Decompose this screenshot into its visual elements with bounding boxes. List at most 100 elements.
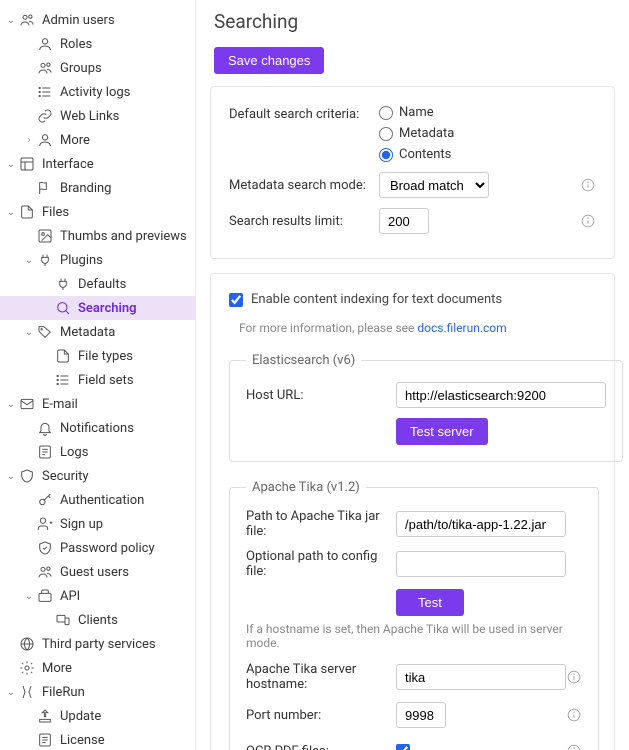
results-limit-input[interactable] — [379, 208, 429, 234]
criteria-option-metadata[interactable]: Metadata — [379, 126, 454, 141]
sidebar-item-label: Third party services — [42, 637, 156, 652]
sidebar-item-activity-logs[interactable]: Activity logs — [0, 80, 195, 104]
sidebar-item-label: License — [60, 733, 105, 748]
tika-jar-input[interactable] — [396, 511, 566, 537]
test-elasticsearch-button[interactable]: Test server — [396, 418, 488, 445]
ocr-pdf-label: OCR PDF files: — [246, 744, 396, 750]
tika-port-input[interactable] — [396, 702, 446, 728]
sidebar-item-field-sets[interactable]: Field sets — [0, 368, 195, 392]
sidebar-item-web-links[interactable]: Web Links — [0, 104, 195, 128]
criteria-radio-label: Name — [399, 105, 434, 120]
sidebar-item-label: Roles — [60, 37, 92, 52]
tika-hint: If a hostname is set, then Apache Tika w… — [246, 622, 582, 650]
sidebar-item-file-types[interactable]: File types — [0, 344, 195, 368]
sidebar-item-searching[interactable]: Searching — [0, 296, 195, 320]
criteria-option-contents[interactable]: Contents — [379, 147, 454, 162]
sidebar-item-plugins[interactable]: ⌄Plugins — [0, 248, 195, 272]
tika-config-input[interactable] — [396, 551, 566, 577]
chevron-down-icon[interactable]: ⌄ — [4, 159, 18, 170]
info-icon[interactable] — [566, 743, 582, 750]
plug-icon — [36, 251, 54, 269]
globe-icon — [18, 635, 36, 653]
indexing-info-text: For more information, please see docs.fi… — [229, 321, 596, 335]
sidebar-item-label: Authentication — [60, 493, 144, 508]
save-changes-button[interactable]: Save changes — [214, 47, 324, 74]
sidebar-item-filerun[interactable]: ⌄FileRun — [0, 680, 195, 704]
sidebar-item-label: Security — [42, 469, 89, 484]
chevron-down-icon[interactable]: ⌄ — [4, 15, 18, 26]
criteria-option-name[interactable]: Name — [379, 105, 454, 120]
signup-icon — [36, 515, 54, 533]
sidebar-item-authentication[interactable]: Authentication — [0, 488, 195, 512]
file-icon — [54, 347, 72, 365]
sidebar-item-e-mail[interactable]: ⌄ E-mail — [0, 392, 195, 416]
criteria-radio[interactable] — [379, 127, 393, 141]
sidebar-item-groups[interactable]: Groups — [0, 56, 195, 80]
sidebar-item-label: Guest users — [60, 565, 129, 580]
sidebar-item-files[interactable]: ⌄Files — [0, 200, 195, 224]
criteria-radio-label: Contents — [399, 147, 451, 162]
host-url-label: Host URL: — [246, 388, 396, 403]
test-tika-button[interactable]: Test — [396, 589, 464, 616]
chevron-down-icon[interactable]: ⌄ — [4, 687, 18, 698]
sidebar-item-label: Branding — [60, 181, 111, 196]
sidebar-item-label: Logs — [60, 445, 88, 460]
metadata-mode-select[interactable]: Broad match — [379, 172, 489, 198]
filerun-icon — [18, 683, 36, 701]
list-icon — [54, 371, 72, 389]
info-icon[interactable] — [580, 213, 596, 229]
ocr-pdf-checkbox[interactable] — [396, 744, 410, 750]
criteria-radio[interactable] — [379, 106, 393, 120]
sidebar-item-clients[interactable]: Clients — [0, 608, 195, 632]
info-icon[interactable] — [580, 177, 596, 193]
chevron-down-icon[interactable]: ⌄ — [22, 591, 36, 602]
link-icon — [36, 107, 54, 125]
sidebar-item-sign-up[interactable]: Sign up — [0, 512, 195, 536]
sidebar-item-password-policy[interactable]: Password policy — [0, 536, 195, 560]
sidebar-item-more[interactable]: More — [0, 656, 195, 680]
user-icon — [36, 35, 54, 53]
info-icon[interactable] — [566, 707, 582, 723]
sidebar-item-more[interactable]: ›More — [0, 128, 195, 152]
sidebar-item-api[interactable]: ⌄API — [0, 584, 195, 608]
license-icon — [36, 731, 54, 749]
api-icon — [36, 587, 54, 605]
sidebar-item-metadata[interactable]: ⌄ Metadata — [0, 320, 195, 344]
sidebar-item-admin-users[interactable]: ⌄Admin users — [0, 8, 195, 32]
enable-indexing-checkbox[interactable] — [229, 293, 243, 307]
criteria-radio[interactable] — [379, 148, 393, 162]
tika-hostname-label: Apache Tika server hostname: — [246, 662, 396, 692]
info-icon[interactable] — [566, 669, 582, 685]
tika-hostname-input[interactable] — [396, 664, 566, 690]
chevron-right-icon[interactable]: › — [22, 135, 36, 146]
list-icon — [36, 83, 54, 101]
sidebar-item-guest-users[interactable]: Guest users — [0, 560, 195, 584]
chevron-down-icon[interactable]: ⌄ — [22, 255, 36, 266]
sidebar-item-interface[interactable]: ⌄Interface — [0, 152, 195, 176]
sidebar-item-thumbs-and-previews[interactable]: Thumbs and previews — [0, 224, 195, 248]
sidebar-item-defaults[interactable]: Defaults — [0, 272, 195, 296]
tika-fieldset: Apache Tika (v1.2) Path to Apache Tika j… — [229, 480, 599, 750]
sidebar-item-notifications[interactable]: Notifications — [0, 416, 195, 440]
sidebar-item-label: Thumbs and previews — [60, 229, 187, 244]
chevron-down-icon[interactable]: ⌄ — [22, 327, 36, 338]
flag-icon — [36, 179, 54, 197]
chevron-down-icon[interactable]: ⌄ — [4, 207, 18, 218]
sidebar-item-roles[interactable]: Roles — [0, 32, 195, 56]
sidebar-item-license[interactable]: License — [0, 728, 195, 750]
users-icon — [18, 11, 36, 29]
indexing-panel: Enable content indexing for text documen… — [210, 273, 615, 750]
sidebar-item-label: Clients — [78, 613, 118, 628]
sidebar-item-logs[interactable]: Logs — [0, 440, 195, 464]
sidebar-item-security[interactable]: ⌄ Security — [0, 464, 195, 488]
chevron-down-icon[interactable]: ⌄ — [4, 471, 18, 482]
tika-port-label: Port number: — [246, 708, 396, 723]
sidebar-item-branding[interactable]: Branding — [0, 176, 195, 200]
chevron-down-icon[interactable]: ⌄ — [4, 399, 18, 410]
docs-link[interactable]: docs.filerun.com — [417, 321, 506, 335]
sidebar-item-label: Metadata — [60, 325, 115, 340]
sidebar-item-third-party-services[interactable]: Third party services — [0, 632, 195, 656]
sidebar-item-update[interactable]: Update — [0, 704, 195, 728]
host-url-input[interactable] — [396, 382, 606, 408]
sidebar-item-label: E-mail — [42, 397, 78, 412]
